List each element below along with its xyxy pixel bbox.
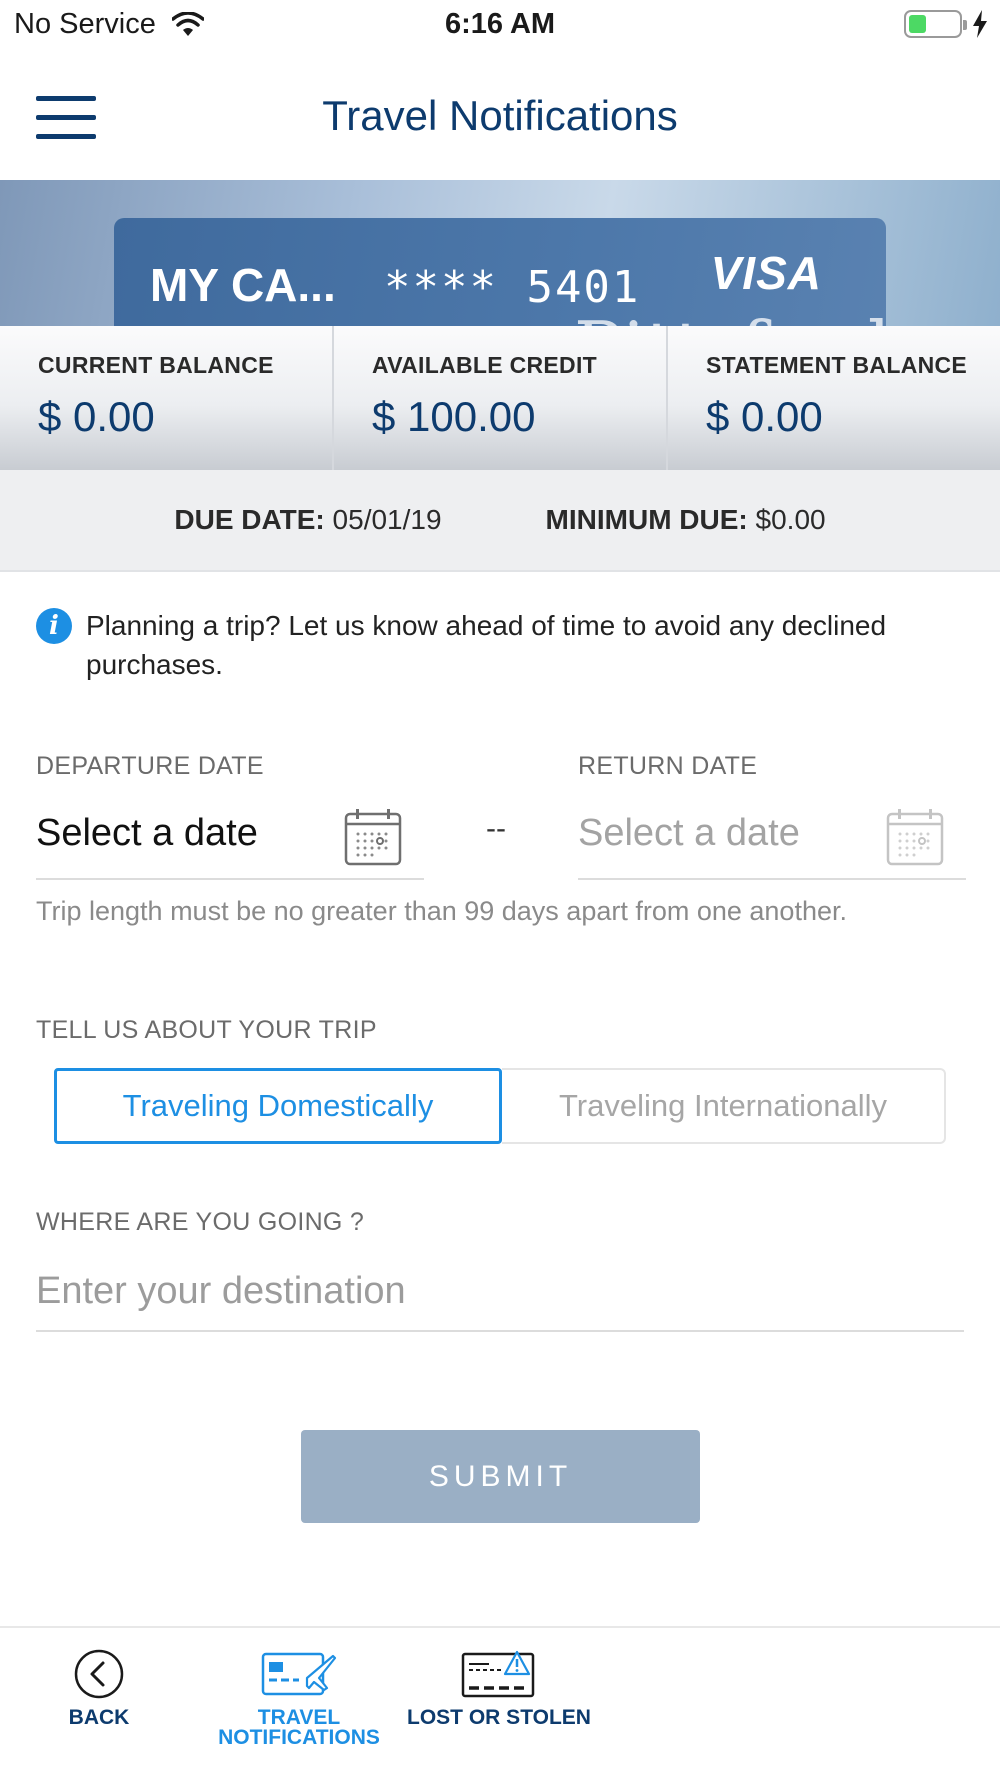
departure-date-label: DEPARTURE DATE [36,752,264,780]
balance-summary: CURRENT BALANCE $ 0.00 AVAILABLE CREDIT … [0,326,1000,470]
visa-logo: VISA [710,247,822,299]
card-script-artwork: Pittsford [574,306,891,326]
battery-icon [904,10,967,38]
charging-bolt-icon [973,10,987,38]
card-name: MY CA... [150,259,336,311]
balance-label: CURRENT BALANCE [38,352,274,378]
trip-type-selector: Traveling Domestically Traveling Interna… [54,1068,946,1144]
minimum-due-label: MINIMUM DUE: [545,504,748,535]
return-date-field[interactable]: Select a date [578,790,966,880]
submit-button[interactable]: SUBMIT [301,1430,700,1523]
status-right [904,10,988,38]
statement-balance: STATEMENT BALANCE $ 0.00 [666,326,1000,470]
due-date: DUE DATE: 05/01/19 [174,504,441,536]
nav-back[interactable]: BACK [4,1648,194,1728]
battery-fill [909,15,926,33]
balance-value: $ 0.00 [706,393,823,440]
return-date-placeholder: Select a date [578,812,800,854]
trip-info-message: i Planning a trip? Let us know ahead of … [36,606,966,684]
destination-input[interactable] [36,1256,964,1326]
info-text: Planning a trip? Let us know ahead of ti… [86,610,887,680]
nav-label: TRAVEL NOTIFICATIONS [218,1706,380,1749]
app-header: Travel Notifications [0,50,1000,180]
card-warning-icon [461,1650,535,1698]
balance-label: STATEMENT BALANCE [706,352,968,378]
info-icon: i [36,608,72,644]
balance-value: $ 0.00 [38,393,155,440]
due-date-value: 05/01/19 [332,504,442,535]
nav-travel-notifications[interactable]: TRAVEL NOTIFICATIONS [204,1648,394,1748]
calendar-icon[interactable] [344,808,402,866]
status-time: 6:16 AM [444,8,556,40]
destination-field [36,1256,964,1332]
credit-card[interactable]: MY CA... **** 5401 VISA Pittsford [114,218,891,326]
calendar-icon[interactable] [886,808,944,866]
return-date-label: RETURN DATE [578,752,758,780]
back-arrow-circle-icon [74,1649,124,1699]
current-balance: CURRENT BALANCE $ 0.00 [0,326,332,470]
balance-label: AVAILABLE CREDIT [372,352,597,378]
page-title: Travel Notifications [322,92,678,139]
trip-type-label: TELL US ABOUT YOUR TRIP [36,1016,377,1044]
departure-date-value: Select a date [36,812,258,854]
minimum-due-value: $0.00 [755,504,826,535]
traveling-internationally-option[interactable]: Traveling Internationally [502,1068,946,1144]
traveling-domestically-option[interactable]: Traveling Domestically [54,1068,502,1144]
minimum-due: MINIMUM DUE: $0.00 [546,504,826,536]
departure-date-field[interactable]: Select a date [36,790,424,880]
balance-value: $ 100.00 [372,393,536,440]
date-separator: -- [486,812,506,845]
nav-label: LOST OR STOLEN [407,1706,591,1729]
trip-length-hint: Trip length must be no greater than 99 d… [36,896,847,926]
nav-lost-or-stolen[interactable]: LOST OR STOLEN [404,1648,594,1728]
card-airplane-icon [261,1652,337,1696]
destination-label: WHERE ARE YOU GOING ? [36,1208,365,1236]
card-banner: MY CA... **** 5401 VISA Pittsford [0,180,1000,326]
nav-label: BACK [68,1706,130,1729]
due-info-row: DUE DATE: 05/01/19 MINIMUM DUE: $0.00 [0,470,1000,572]
travel-notifications-screen: No Service 6:16 AM Travel Notifications [0,0,1000,1778]
bottom-navigation: BACK TRAVEL NOTIFICATIONS LOST OR STOLEN [0,1626,1000,1778]
due-date-label: DUE DATE: [174,504,325,535]
available-credit: AVAILABLE CREDIT $ 100.00 [332,326,666,470]
status-bar: No Service 6:16 AM [0,0,1000,50]
